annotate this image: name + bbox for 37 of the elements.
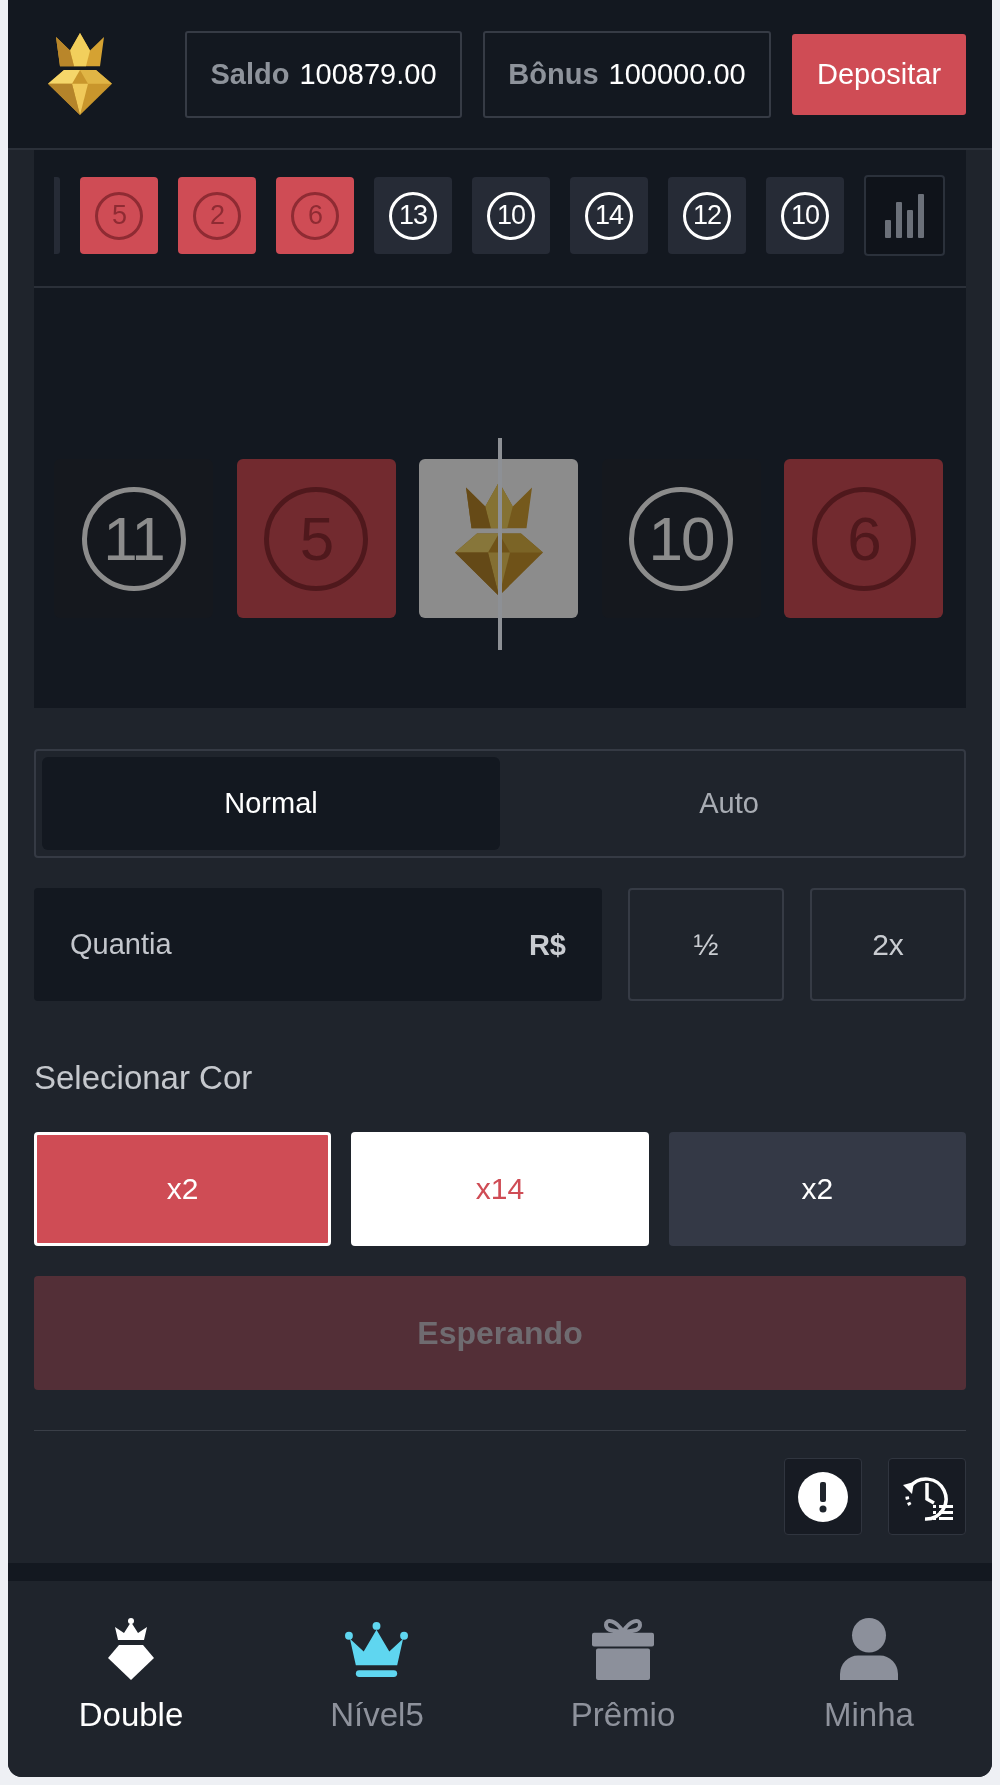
result-number: 13 [389, 191, 437, 240]
nav-tab[interactable]: Double [78, 1618, 184, 1734]
halve-button[interactable]: ½ [628, 888, 784, 1001]
crown-diamond-icon [108, 1618, 154, 1680]
crown-icon [345, 1622, 409, 1677]
exclamation-icon [798, 1471, 848, 1522]
double-amount-button[interactable]: 2x [810, 888, 966, 1001]
result-number: 5 [95, 191, 143, 240]
mode-tab[interactable]: Auto [500, 757, 958, 850]
nav-tab[interactable]: Minha [824, 1618, 914, 1734]
stats-button[interactable] [864, 175, 945, 256]
info-button[interactable] [784, 1458, 862, 1535]
result-number: 6 [291, 191, 339, 240]
nav-tab[interactable]: Nível5 [330, 1618, 424, 1734]
bonus-label: Bônus [508, 57, 599, 91]
reel-number: 11 [81, 486, 186, 591]
result-number: 14 [585, 191, 633, 240]
result-number: 10 [781, 191, 829, 240]
bonus-value: 100000.00 [608, 57, 746, 91]
gift-icon [592, 1618, 654, 1680]
bar-chart-icon [882, 193, 927, 238]
bet-option-button[interactable]: x14 [351, 1132, 649, 1246]
deposit-button[interactable]: Depositar [792, 33, 966, 115]
history-button[interactable] [888, 1458, 966, 1535]
reel-number: 10 [629, 486, 733, 591]
bet-option-button[interactable]: x2 [34, 1132, 332, 1246]
bet-option-button[interactable]: x2 [668, 1132, 966, 1246]
result-number: 12 [683, 191, 731, 240]
person-icon [840, 1618, 898, 1680]
result-number: 10 [487, 191, 535, 240]
mode-tab[interactable]: Normal [42, 757, 500, 850]
result-number: 2 [193, 191, 241, 240]
balance-label: Saldo [210, 57, 290, 91]
balance-value: 100879.00 [299, 57, 437, 91]
nav-tab[interactable]: Prêmio [570, 1618, 676, 1734]
section-title: Selecionar Cor [34, 1058, 253, 1098]
currency-label: R$ [528, 928, 566, 961]
